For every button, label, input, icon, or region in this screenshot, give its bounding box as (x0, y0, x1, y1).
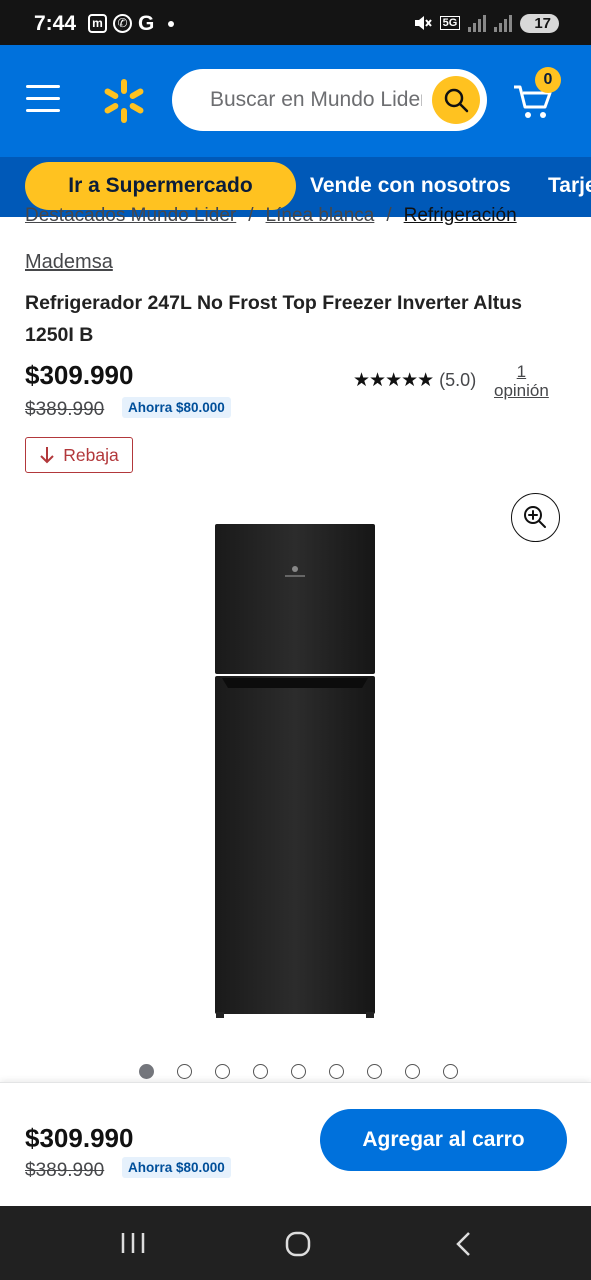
bottom-savings-badge: Ahorra $80.000 (122, 1157, 231, 1178)
search-input[interactable]: Buscar en Mundo Lider (210, 88, 422, 112)
savings-badge: Ahorra $80.000 (122, 397, 231, 418)
signal-icon-2 (494, 14, 513, 32)
search-icon (444, 88, 469, 113)
reviews-label: opinión (494, 381, 549, 400)
reviews-link[interactable]: 1 opinión (494, 362, 549, 400)
product-was-price: $389.990 (25, 399, 105, 420)
carousel-dot[interactable] (139, 1064, 154, 1079)
battery-icon: 17 (520, 13, 559, 33)
signal-icon (468, 14, 487, 32)
status-time: 7:44 (34, 12, 77, 35)
recent-apps-icon[interactable] (118, 1230, 148, 1256)
search-bar[interactable]: Buscar en Mundo Lider (172, 69, 487, 131)
sell-with-us-link[interactable]: Vende con nosotros (310, 174, 511, 198)
arrow-down-icon (40, 447, 54, 464)
product-brand-link[interactable]: Mademsa (25, 251, 113, 274)
google-notification-icon: G (138, 12, 155, 35)
product-image-refrigerator[interactable] (214, 522, 376, 1022)
whatsapp-notification-icon: ✆ (113, 14, 132, 33)
mute-icon (414, 16, 432, 30)
search-button[interactable] (432, 76, 480, 124)
mercadolibre-notification-icon: m (88, 14, 107, 33)
system-status-icons: 5G 17 (412, 13, 559, 33)
carousel-dot[interactable] (329, 1064, 344, 1079)
more-notifications-icon (168, 20, 175, 27)
product-title: Refrigerador 247L No Frost Top Freezer I… (25, 292, 523, 346)
cart-count-badge: 0 (535, 67, 561, 93)
carousel-dot[interactable] (177, 1064, 192, 1079)
rating-value: (5.0) (439, 370, 477, 390)
carousel-dot[interactable] (291, 1064, 306, 1079)
hamburger-menu-icon[interactable] (26, 85, 60, 113)
zoom-in-icon (524, 506, 546, 528)
walmart-spark-logo[interactable] (100, 77, 148, 125)
carousel-dot[interactable] (405, 1064, 420, 1079)
card-link[interactable]: Tarjeta (548, 174, 591, 198)
rebaja-badge: Rebaja (25, 437, 133, 473)
bottom-price: $309.990 (25, 1123, 134, 1153)
reviews-count: 1 (516, 362, 527, 381)
product-price: $309.990 (25, 360, 134, 390)
carousel-dot[interactable] (215, 1064, 230, 1079)
breadcrumb-item-current[interactable]: Refrigeración (404, 205, 517, 226)
back-icon[interactable] (452, 1230, 476, 1258)
app-header: Buscar en Mundo Lider 0 (0, 45, 591, 157)
breadcrumb-separator: / (248, 205, 254, 226)
home-icon[interactable] (283, 1229, 313, 1259)
carousel-dot[interactable] (367, 1064, 382, 1079)
zoom-button[interactable] (511, 493, 560, 542)
supermarket-button[interactable]: Ir a Supermercado (25, 162, 296, 210)
breadcrumb-item[interactable]: Línea blanca (266, 205, 375, 226)
star-rating-icon: ★★★★★ (353, 370, 434, 391)
system-navigation-bar (0, 1206, 591, 1280)
carousel-dot[interactable] (443, 1064, 458, 1079)
network-type-icon: 5G (439, 16, 461, 30)
status-bar: 7:44 m ✆ G 5G 17 (0, 0, 591, 45)
notification-icons: m ✆ G (88, 12, 175, 35)
product-rating[interactable]: ★★★★★ (5.0) (353, 369, 476, 392)
bottom-was-price: $389.990 (25, 1160, 105, 1181)
breadcrumb: Destacados Mundo Lider / Línea blanca / Refr… (25, 205, 585, 229)
carousel-dot[interactable] (253, 1064, 268, 1079)
add-to-cart-button[interactable]: Agregar al carro (320, 1109, 567, 1171)
rebaja-label: Rebaja (63, 444, 119, 465)
breadcrumb-separator: / (386, 205, 392, 226)
sticky-add-to-cart-bar: $309.990 $389.990 Ahorra $80.000 Agregar… (0, 1082, 591, 1206)
image-carousel-dots (139, 1064, 458, 1079)
breadcrumb-item[interactable]: Destacados Mundo Lider (25, 205, 236, 226)
